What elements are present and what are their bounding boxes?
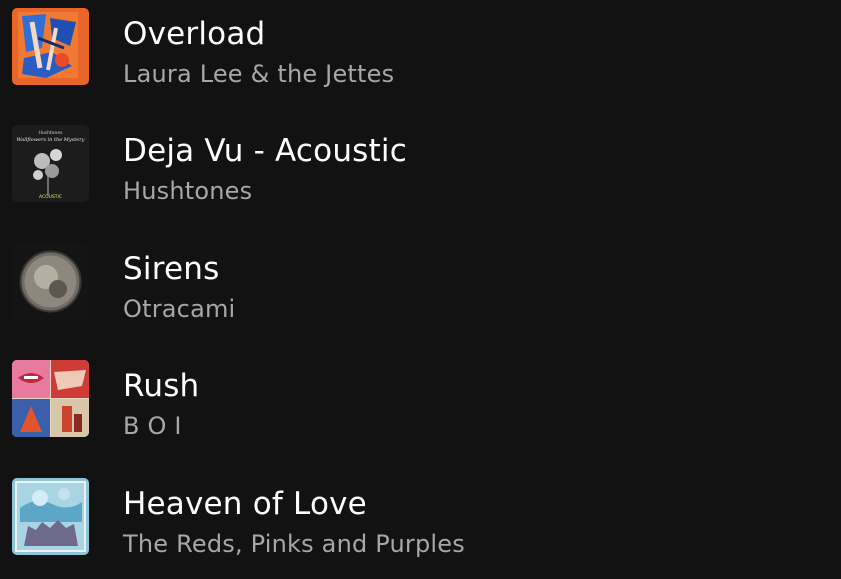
album-art-sirens-icon: [12, 243, 89, 320]
track-title: Overload: [123, 16, 266, 52]
album-art-heaven-of-love: [12, 478, 89, 555]
album-art-overload-icon: [12, 8, 89, 85]
cover-text-edition: ACOUSTIC: [39, 194, 62, 200]
track-row-rush[interactable]: Rush B O I: [0, 352, 841, 448]
track-title: Deja Vu - Acoustic: [123, 133, 407, 169]
track-artist[interactable]: Otracami: [123, 293, 235, 325]
album-art-sirens: [12, 243, 89, 320]
cover-text-album: Wallflowers in the Mystery: [17, 137, 85, 143]
track-title: Heaven of Love: [123, 486, 367, 522]
track-artist[interactable]: B O I: [123, 410, 182, 442]
track-title: Sirens: [123, 251, 220, 287]
album-art-deja-vu: Hushtones Wallflowers in the Mystery ACO…: [12, 125, 89, 202]
track-list: Overload Laura Lee & the Jettes Hushtone…: [0, 0, 841, 579]
track-row-deja-vu-acoustic[interactable]: Hushtones Wallflowers in the Mystery ACO…: [0, 117, 841, 213]
track-artist[interactable]: Laura Lee & the Jettes: [123, 58, 394, 90]
track-artist[interactable]: The Reds, Pinks and Purples: [123, 528, 465, 560]
track-row-overload[interactable]: Overload Laura Lee & the Jettes: [0, 0, 841, 96]
album-art-deja-vu-icon: Hushtones Wallflowers in the Mystery ACO…: [12, 125, 89, 202]
track-title: Rush: [123, 368, 200, 404]
track-row-sirens[interactable]: Sirens Otracami: [0, 235, 841, 331]
cover-text-band: Hushtones: [39, 130, 64, 136]
album-art-rush: [12, 360, 89, 437]
album-art-heaven-of-love-icon: [12, 478, 89, 555]
track-artist[interactable]: Hushtones: [123, 175, 252, 207]
album-art-overload: [12, 8, 89, 85]
album-art-rush-icon: [12, 360, 89, 437]
track-row-heaven-of-love[interactable]: Heaven of Love The Reds, Pinks and Purpl…: [0, 470, 841, 566]
